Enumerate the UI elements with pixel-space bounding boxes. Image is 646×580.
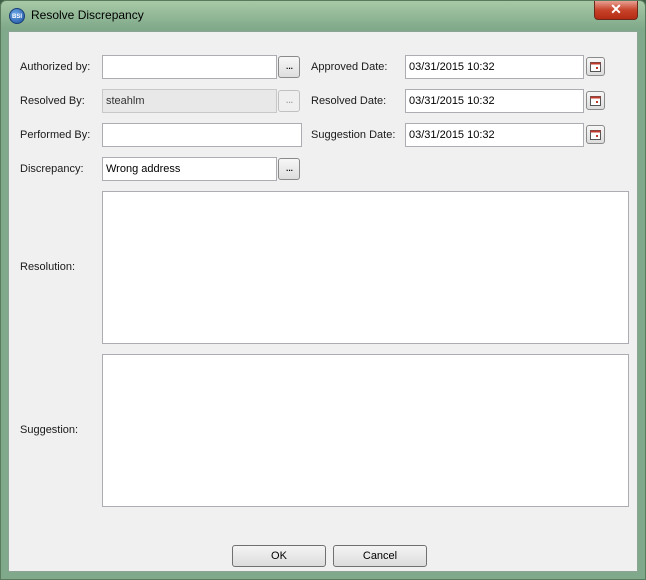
resolution-textarea[interactable] — [102, 191, 629, 344]
approved-date-calendar-button[interactable] — [586, 57, 605, 76]
discrepancy-field[interactable]: Wrong address — [102, 157, 277, 181]
discrepancy-label: Discrepancy: — [20, 163, 84, 175]
calendar-icon — [590, 96, 601, 106]
app-logo-icon: BSI — [9, 8, 25, 24]
title-bar[interactable]: BSI Resolve Discrepancy ✕ — [1, 1, 645, 31]
suggestion-textarea[interactable] — [102, 354, 629, 507]
authorized-by-label: Authorized by: — [20, 61, 91, 73]
discrepancy-browse-button[interactable]: ... — [278, 158, 300, 180]
cancel-button[interactable]: Cancel — [333, 545, 427, 567]
performed-by-field[interactable] — [102, 123, 302, 147]
close-button[interactable]: ✕ — [594, 1, 638, 20]
suggestion-label: Suggestion: — [20, 424, 79, 436]
performed-by-label: Performed By: — [20, 129, 91, 141]
suggestion-date-calendar-button[interactable] — [586, 125, 605, 144]
resolved-by-label: Resolved By: — [20, 95, 85, 107]
resolved-by-field: steahlm — [102, 89, 277, 113]
approved-date-field[interactable]: 03/31/2015 10:32 — [405, 55, 584, 79]
authorized-by-browse-button[interactable]: ... — [278, 56, 300, 78]
dialog-body: Authorized by: ... Resolved By: steahlm … — [8, 31, 638, 572]
resolve-discrepancy-dialog: BSI Resolve Discrepancy ✕ Authorized by:… — [0, 0, 646, 580]
resolved-date-calendar-button[interactable] — [586, 91, 605, 110]
suggestion-date-label: Suggestion Date: — [311, 129, 396, 141]
resolved-by-browse-button: ... — [278, 90, 300, 112]
resolved-date-label: Resolved Date: — [311, 95, 387, 107]
calendar-icon — [590, 62, 601, 72]
calendar-icon — [590, 130, 601, 140]
resolved-date-field[interactable]: 03/31/2015 10:32 — [405, 89, 584, 113]
authorized-by-field[interactable] — [102, 55, 277, 79]
suggestion-date-field[interactable]: 03/31/2015 10:32 — [405, 123, 584, 147]
approved-date-label: Approved Date: — [311, 61, 388, 73]
ok-button[interactable]: OK — [232, 545, 326, 567]
window-title: Resolve Discrepancy — [31, 8, 144, 22]
resolution-label: Resolution: — [20, 261, 76, 273]
